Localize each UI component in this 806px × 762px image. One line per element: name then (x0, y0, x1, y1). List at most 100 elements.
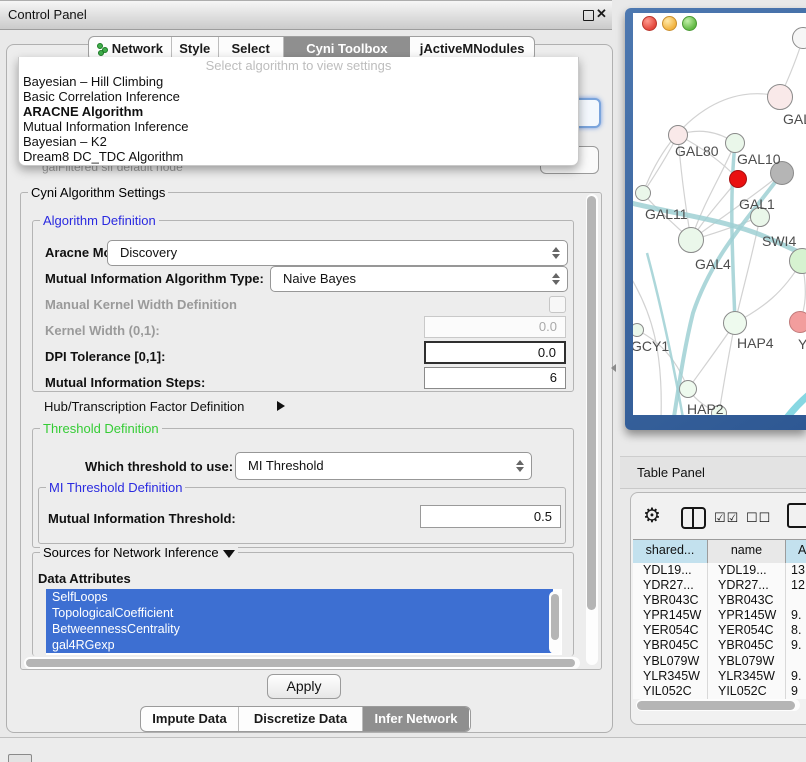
list-item[interactable]: BetweennessCentrality (46, 621, 553, 637)
list-item[interactable]: TopologicalCoefficient (46, 605, 553, 621)
table-row[interactable]: YBR043CYBR043C (633, 593, 806, 608)
node-label: GCY1 (633, 338, 669, 354)
close-icon[interactable]: ✕ (596, 6, 607, 22)
settings-vertical-scrollbar[interactable] (586, 194, 598, 665)
deselect-all-columns-icon[interactable]: ☐☐ (746, 510, 771, 526)
stepper-icon (515, 459, 524, 473)
mi-threshold-definition-title: MI Threshold Definition (46, 480, 185, 495)
screen: Control Panel ✕ Network Style Select Cyn… (0, 0, 806, 762)
apply-button[interactable]: Apply (267, 674, 341, 699)
node-red-selected[interactable] (729, 170, 747, 188)
settings-group-title: Cyni Algorithm Settings (28, 185, 168, 200)
dpi-tolerance-field[interactable]: 0.0 (424, 341, 566, 364)
mi-steps-label: Mutual Information Steps: (45, 375, 205, 390)
table-row[interactable]: YPR145WYPR145W9. (633, 608, 806, 623)
algorithm-option[interactable]: Bayesian – Hill Climbing (19, 74, 578, 89)
node-gal10[interactable] (725, 133, 745, 153)
table-rows: YDL19...YDL19...13 YDR27...YDR27...12 YB… (633, 563, 806, 699)
algorithm-option[interactable]: Basic Correlation Inference (19, 89, 578, 104)
column-header-name[interactable]: name (708, 540, 786, 563)
node-label: HAP4 (737, 335, 774, 351)
tab-infer-network[interactable]: Infer Network (363, 707, 469, 731)
algorithm-option-selected[interactable]: ARACNE Algorithm (19, 104, 578, 119)
expand-arrow-icon[interactable] (277, 401, 285, 411)
list-item[interactable]: gal4RGexp (46, 637, 553, 653)
algorithm-option[interactable]: Bayesian – K2 (19, 134, 578, 149)
table-row[interactable]: YBR045CYBR045C9. (633, 638, 806, 653)
node-gal80[interactable] (668, 125, 688, 145)
node-hap2[interactable] (679, 380, 697, 398)
data-attributes-list: SelfLoops TopologicalCoefficient Between… (46, 589, 562, 655)
tab-impute-data[interactable]: Impute Data (141, 707, 239, 731)
stepper-icon (551, 272, 560, 286)
table-panel-titlebar: Table Panel (620, 456, 806, 489)
select-all-columns-icon[interactable]: ☑☑ (714, 510, 739, 526)
control-panel-titlebar: Control Panel ✕ (0, 0, 612, 30)
table-header: shared... name A (633, 539, 806, 562)
node-gal4[interactable] (678, 227, 704, 253)
tab-discretize-data[interactable]: Discretize Data (239, 707, 363, 731)
which-threshold-label: Which threshold to use: (85, 459, 233, 474)
algorithm-definition-title: Algorithm Definition (40, 213, 159, 228)
column-header-shared-name[interactable]: shared... (633, 540, 708, 563)
network-icon (97, 43, 108, 54)
which-threshold-combobox[interactable]: MI Threshold (235, 452, 532, 480)
table-row[interactable]: YLR345WYLR345W9. (633, 669, 806, 684)
new-table-icon[interactable] (787, 503, 806, 528)
table-row[interactable]: YIL052CYIL052C9 (633, 684, 806, 699)
threshold-definition-title: Threshold Definition (40, 421, 162, 436)
manual-kernel-label: Manual Kernel Width Definition (45, 297, 237, 312)
collapse-arrow-icon[interactable] (223, 550, 235, 558)
node-gal11[interactable] (635, 185, 651, 201)
hub-section-label[interactable]: Hub/Transcription Factor Definition (44, 399, 244, 414)
node-label: GAL11 (645, 206, 688, 222)
list-scrollbar[interactable] (549, 591, 561, 654)
table-row[interactable]: YBL079WYBL079W (633, 654, 806, 669)
aracne-mode-combobox[interactable]: Discovery (107, 240, 568, 266)
node-pink[interactable] (767, 84, 793, 110)
node-pink-strong[interactable] (789, 311, 806, 333)
table-row[interactable]: YDR27...YDR27...12 (633, 578, 806, 593)
dpi-tolerance-label: DPI Tolerance [0,1]: (45, 349, 165, 364)
manual-kernel-checkbox[interactable] (549, 296, 566, 313)
node-label: SWI4 (762, 233, 796, 249)
column-header-partial[interactable]: A (786, 540, 806, 563)
table-row[interactable]: YDL19...YDL19...13 (633, 563, 806, 578)
grid-icon[interactable] (8, 754, 32, 762)
mi-threshold-label: Mutual Information Threshold: (48, 511, 236, 526)
bottom-tabs: Impute Data Discretize Data Infer Networ… (140, 706, 471, 732)
mi-algorithm-type-combobox[interactable]: Naive Bayes (270, 266, 568, 292)
panel-title: Control Panel (8, 7, 87, 22)
mi-threshold-field[interactable]: 0.5 (420, 505, 561, 528)
node-label-partial: GAL (783, 111, 806, 127)
bottom-strip (0, 738, 806, 762)
algorithm-option[interactable]: Dream8 DC_TDC Algorithm (19, 149, 578, 164)
stepper-icon (551, 246, 560, 260)
algorithm-dropdown-popup: Select algorithm to view settings Bayesi… (18, 57, 579, 166)
node-label: HAP2 (687, 401, 724, 415)
data-attributes-label: Data Attributes (38, 571, 131, 586)
node-hap4[interactable] (723, 311, 747, 335)
panel-splitter-arrow-icon[interactable] (611, 364, 616, 372)
kernel-width-field[interactable]: 0.0 (424, 316, 566, 338)
node-label: GAL80 (675, 143, 719, 159)
node-label: GAL10 (737, 151, 781, 167)
node-label: GAL4 (695, 256, 731, 272)
node-label: GAL1 (739, 196, 775, 212)
algorithm-option[interactable]: Mutual Information Inference (19, 119, 578, 134)
table-row[interactable]: YER054CYER054C8. (633, 623, 806, 638)
mi-steps-field[interactable]: 6 (424, 367, 566, 389)
settings-horizontal-scrollbar[interactable] (24, 657, 580, 669)
sources-title: Sources for Network Inference (40, 545, 238, 560)
kernel-width-label: Kernel Width (0,1): (45, 323, 160, 338)
node-label-partial: Y (798, 336, 806, 352)
network-canvas[interactable]: GAL80 GAL10 GAL11 GAL1 GAL4 SWI4 GCY1 HA… (633, 13, 806, 415)
table-panel-title: Table Panel (637, 465, 705, 480)
gear-icon[interactable]: ⚙ (643, 503, 661, 528)
float-window-icon[interactable] (583, 10, 594, 21)
list-item[interactable]: SelfLoops (46, 589, 553, 605)
table-horizontal-scrollbar[interactable] (636, 699, 800, 711)
dropdown-placeholder: Select algorithm to view settings (19, 57, 578, 74)
column-view-icon[interactable] (681, 507, 706, 529)
mi-type-label: Mutual Information Algorithm Type: (45, 271, 264, 286)
